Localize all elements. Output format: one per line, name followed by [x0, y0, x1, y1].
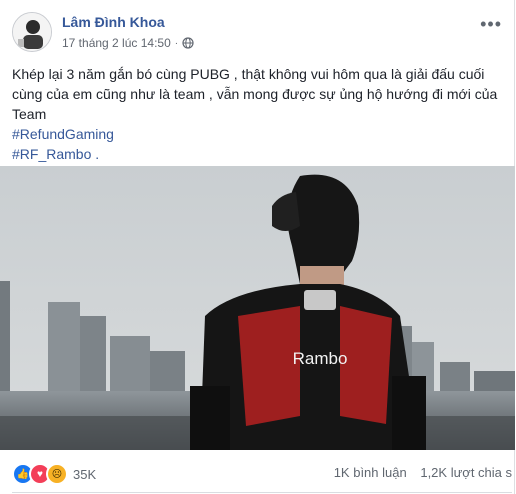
- comment-count[interactable]: 1K bình luận: [334, 465, 407, 480]
- sad-icon: ☹: [46, 463, 68, 485]
- share-count[interactable]: 1,2K lượt chia s: [420, 465, 512, 480]
- post-header: Lâm Đình Khoa 17 tháng 2 lúc 14:50 · •••: [12, 10, 512, 54]
- post-photo[interactable]: Rambo: [0, 166, 515, 450]
- post-footer: 👍 ♥ ☹ 35K 1K bình luận 1,2K lượt chia s: [12, 452, 512, 493]
- globe-icon[interactable]: [182, 37, 194, 49]
- post-body: Khép lại 3 năm gắn bó cùng PUBG , thật k…: [12, 66, 498, 122]
- engagement-stats: 1K bình luận 1,2K lượt chia s: [324, 465, 512, 480]
- avatar[interactable]: [12, 12, 52, 52]
- avatar-image: [13, 13, 51, 51]
- hashtag-rf-rambo[interactable]: #RF_Rambo .: [12, 144, 504, 164]
- jersey-name: Rambo: [293, 349, 348, 368]
- post-meta: 17 tháng 2 lúc 14:50 ·: [62, 36, 194, 50]
- post-timestamp[interactable]: 17 tháng 2 lúc 14:50: [62, 36, 171, 50]
- reaction-summary[interactable]: 👍 ♥ ☹ 35K: [12, 463, 96, 485]
- feed-post: Lâm Đình Khoa 17 tháng 2 lúc 14:50 · •••…: [0, 0, 515, 494]
- separator-dot: ·: [174, 37, 179, 49]
- more-options-icon[interactable]: •••: [480, 14, 502, 35]
- post-text: Khép lại 3 năm gắn bó cùng PUBG , thật k…: [12, 64, 504, 164]
- reaction-count[interactable]: 35K: [73, 467, 96, 482]
- author-name[interactable]: Lâm Đình Khoa: [62, 14, 165, 30]
- hashtag-refundgaming[interactable]: #RefundGaming: [12, 124, 504, 144]
- post-photo-image: Rambo: [0, 166, 515, 450]
